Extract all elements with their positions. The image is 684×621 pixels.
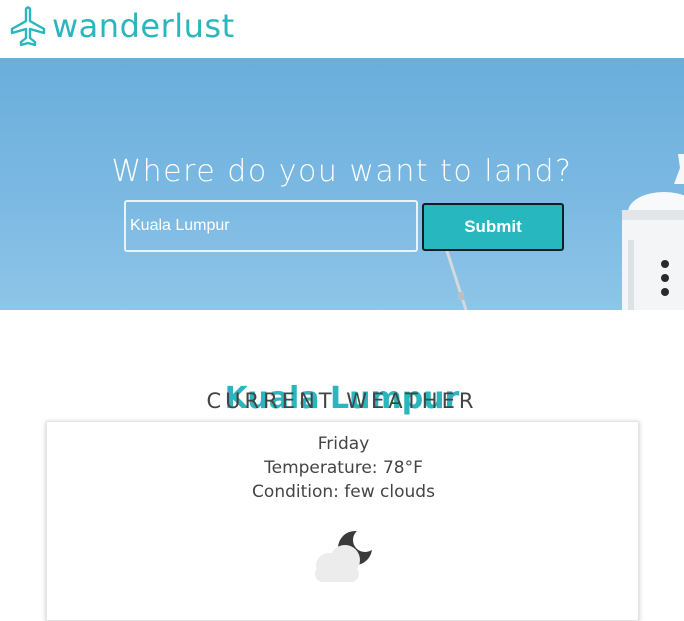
airplane-icon	[10, 6, 46, 47]
weather-subtitle: CURRENT WEATHER	[206, 389, 478, 413]
weather-temperature: Temperature: 78°F	[264, 458, 423, 478]
few-clouds-night-icon	[315, 528, 377, 582]
site-header: wanderlust	[0, 0, 684, 58]
antenna-pole-illustration	[444, 248, 468, 310]
brand-name: wanderlust	[52, 7, 235, 45]
submit-button[interactable]: Submit	[422, 203, 564, 251]
hero-title: Where do you want to land?	[111, 154, 573, 190]
weather-condition: Condition: few clouds	[252, 482, 435, 502]
weather-day: Friday	[317, 434, 370, 454]
destination-search-input[interactable]	[124, 200, 418, 252]
logo-link[interactable]: wanderlust	[6, 4, 235, 48]
hero-banner: Where do you want to land? Submit	[0, 58, 684, 310]
weather-card: Friday Temperature: 78°F Condition: few …	[46, 421, 639, 621]
